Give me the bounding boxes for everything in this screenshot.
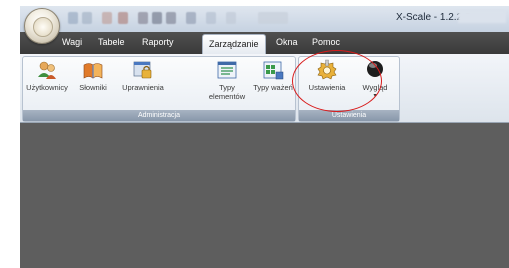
weighing-types-icon (263, 61, 284, 80)
permissions-label: Uprawnienia (122, 83, 164, 92)
quick-access-icon[interactable] (152, 12, 162, 24)
quick-access-icon[interactable] (258, 12, 288, 24)
users-label: Użytkownicy (26, 83, 68, 92)
group-label-ustawienia: Ustawienia (299, 110, 399, 121)
highlight-annotation (292, 50, 382, 112)
workspace-area (20, 123, 509, 268)
tab-zarzadzanie[interactable]: Zarządzanie (202, 34, 266, 55)
quick-access-icon[interactable] (102, 12, 112, 24)
quick-access-icon[interactable] (118, 12, 128, 24)
group-label-administracja: Administracja (23, 110, 295, 121)
quick-access-icon[interactable] (226, 12, 236, 24)
element-types-label: Typy elementów (208, 83, 246, 101)
dictionaries-label: Słowniki (79, 83, 107, 92)
weighing-types-button[interactable]: Typy ważeń (253, 59, 293, 92)
permissions-lock-icon (133, 61, 152, 79)
permissions-button[interactable]: Uprawnienia (115, 59, 171, 92)
dictionaries-button[interactable]: Słowniki (73, 59, 113, 92)
users-icon (38, 61, 56, 79)
tab-tabele[interactable]: Tabele (98, 37, 125, 47)
menu-tab-bar: Wagi Tabele Raporty Zarządzanie Okna Pom… (20, 32, 509, 55)
application-menu-orb-icon[interactable] (24, 8, 60, 44)
tab-okna[interactable]: Okna (276, 37, 298, 47)
weighing-types-label: Typy ważeń (253, 83, 293, 92)
quick-access-icon[interactable] (206, 12, 216, 24)
quick-access-icon[interactable] (186, 12, 196, 24)
title-bar: X-Scale - 1.2.2.5 (20, 6, 509, 32)
ribbon-group-administracja: Użytkownicy Słowniki Uprawnienia Typy el… (22, 56, 296, 122)
quick-access-icon[interactable] (68, 12, 78, 24)
app-window: X-Scale - 1.2.2.5 Wagi Tabele Raporty Za… (20, 6, 509, 268)
quick-access-icon[interactable] (82, 12, 92, 24)
window-controls[interactable] (458, 11, 506, 23)
dictionary-book-icon (83, 63, 103, 79)
users-button[interactable]: Użytkownicy (23, 59, 71, 92)
element-types-button[interactable]: Typy elementów (203, 59, 251, 101)
tab-pomoc[interactable]: Pomoc (312, 37, 340, 47)
element-types-icon (217, 61, 237, 79)
tab-raporty[interactable]: Raporty (142, 37, 174, 47)
quick-access-icon[interactable] (166, 12, 176, 24)
quick-access-icon[interactable] (138, 12, 148, 24)
ribbon: Użytkownicy Słowniki Uprawnienia Typy el… (20, 54, 509, 123)
tab-wagi[interactable]: Wagi (62, 37, 82, 47)
